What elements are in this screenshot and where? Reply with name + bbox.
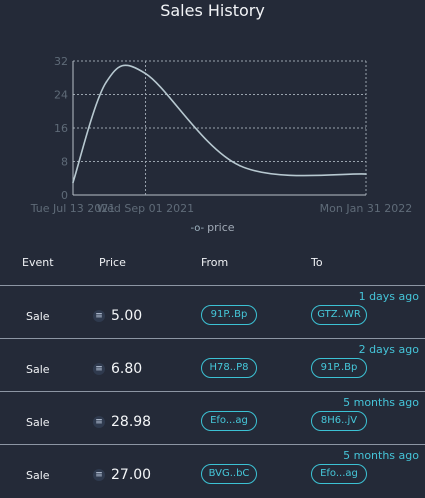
table-row: 5 months ago Sale ≡ 28.98 Efo...ag 8H6..… [0,391,425,445]
from-address-link[interactable]: Efo...ag [201,411,257,431]
to-address-link[interactable]: 91P..Bp [311,358,367,378]
from-address-link[interactable]: H78..P8 [201,358,257,378]
table-row: 1 days ago Sale ≡ 5.00 91P..Bp GTZ..WR [0,285,425,339]
y-tick-label: 16 [54,122,68,135]
header-from: From [201,256,229,269]
x-tick-label: Mon Jan 31 2022 [320,202,413,215]
row-time: 1 days ago [358,290,419,303]
series-line-price [72,64,367,183]
currency-icon: ≡ [93,363,105,375]
y-tick-label: 0 [61,189,68,202]
header-price: Price [99,256,126,269]
table-row: 2 days ago Sale ≡ 6.80 H78..P8 91P..Bp [0,338,425,392]
y-tick-label: 8 [61,156,68,169]
row-price: ≡ 5.00 [93,306,142,326]
data-point [105,81,108,83]
to-address-link[interactable]: GTZ..WR [311,305,367,325]
from-address-link[interactable]: 91P..Bp [201,305,257,325]
to-address-link[interactable]: 8H6..jV [311,411,367,431]
row-event: Sale [26,416,50,429]
page-title: Sales History [160,1,265,20]
currency-icon: ≡ [93,310,105,322]
y-tick-label: 32 [54,55,68,68]
row-price-value: 6.80 [111,361,143,377]
row-price: ≡ 27.00 [93,465,151,485]
row-event: Sale [26,310,50,323]
row-price-value: 28.98 [111,414,152,430]
table-header: Event Price From To [0,249,425,279]
from-address-link[interactable]: BVG..bC [201,464,257,484]
header-event: Event [22,256,54,269]
sales-history-chart: 08162432 Tue Jul 13 2021Wed Sep 01 2021 M… [30,55,413,215]
row-time: 2 days ago [358,343,419,356]
row-price: ≡ 6.80 [93,359,142,379]
row-time: 5 months ago [343,396,419,409]
currency-icon: ≡ [93,416,105,428]
data-point [72,181,74,184]
data-point [144,72,147,75]
row-time: 5 months ago [343,449,419,462]
row-price-value: 27.00 [111,467,152,483]
legend-label: price [207,221,235,234]
data-point [239,164,241,167]
row-event: Sale [26,363,50,376]
data-point [365,173,367,175]
row-price: ≡ 28.98 [93,412,151,432]
to-address-link[interactable]: Efo...ag [311,464,367,484]
currency-icon: ≡ [93,469,105,481]
chart-legend: -o-price [0,221,425,234]
header-to: To [311,256,323,269]
y-tick-label: 24 [54,89,68,102]
table-row: 5 months ago Sale ≡ 27.00 BVG..bC Efo...… [0,444,425,498]
row-price-value: 5.00 [111,308,143,324]
legend-marker-icon: -o- [190,223,205,234]
row-event: Sale [26,469,50,482]
x-tick-label: Wed Sep 01 2021 [97,202,194,215]
